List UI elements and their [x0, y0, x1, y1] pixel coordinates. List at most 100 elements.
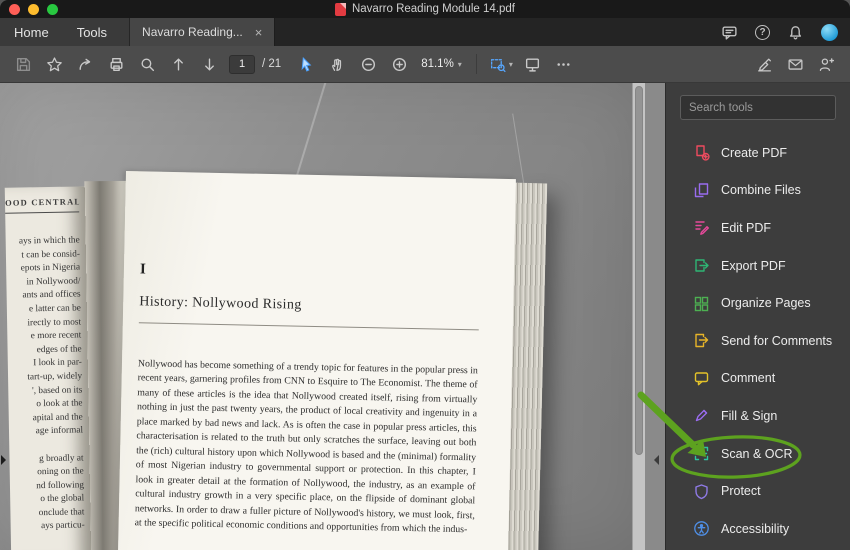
search-button[interactable]	[132, 51, 163, 78]
scan-ocr-icon	[692, 445, 710, 463]
sidebar-item-scan-ocr[interactable]: Scan & OCR	[666, 435, 850, 473]
sidebar-item-label: Send for Comments	[721, 333, 833, 348]
scanned-page-photo: OOD CENTRAL ays in which the t can be con…	[0, 83, 645, 550]
document-viewer[interactable]: OOD CENTRAL ays in which the t can be con…	[0, 83, 665, 550]
sidebar-item-label: Organize Pages	[721, 296, 811, 311]
left-page-text-line: ants and offices	[22, 289, 81, 301]
left-page-header-rule	[5, 211, 80, 214]
right-panel-edge	[645, 83, 665, 550]
sidebar-item-create-pdf[interactable]: Create PDF	[666, 134, 850, 172]
send-for-comments-icon	[692, 332, 710, 350]
search-tools-input[interactable]	[680, 95, 836, 120]
document-tab[interactable]: Navarro Reading... ×	[129, 18, 276, 46]
chevron-down-icon: ▾	[508, 59, 513, 69]
scrollbar-thumb[interactable]	[635, 86, 643, 455]
next-page-button[interactable]	[194, 51, 225, 78]
more-tools-button[interactable]	[548, 51, 579, 78]
protect-shield-icon	[692, 482, 710, 500]
left-page-text-line: age informal	[35, 425, 84, 437]
left-page-text-line: e latter can be	[28, 303, 81, 315]
zoom-in-button[interactable]	[384, 51, 415, 78]
chapter-body-text: Nollywood has become something of a tren…	[134, 358, 479, 536]
chapter-mark: I	[139, 261, 146, 278]
left-page-text-line: g broadly at	[38, 452, 84, 464]
fill-sign-icon	[692, 407, 710, 425]
collapse-right-panel-icon[interactable]	[654, 455, 659, 465]
left-page-text-line: o the global	[40, 493, 85, 505]
window-title-group: Navarro Reading Module 14.pdf	[334, 2, 516, 16]
sidebar-item-edit-pdf[interactable]: Edit PDF	[666, 209, 850, 247]
page-number-input[interactable]	[229, 54, 255, 74]
window-controls	[9, 4, 58, 15]
chapter-heading: History: Nollywood Rising	[138, 294, 480, 331]
tools-sidebar: Create PDF Combine Files Edit PDF Export…	[665, 83, 850, 550]
export-pdf-icon	[692, 257, 710, 275]
sidebar-item-protect[interactable]: Protect	[666, 472, 850, 510]
sidebar-item-send-for-comments[interactable]: Send for Comments	[666, 322, 850, 360]
book-right-page: I History: Nollywood Rising Nollywood ha…	[116, 171, 516, 550]
expand-left-panel-icon[interactable]	[1, 455, 6, 465]
sidebar-item-label: Fill & Sign	[721, 408, 778, 423]
left-page-text-line: ', based on its	[31, 384, 83, 396]
sidebar-item-accessibility[interactable]: Accessibility	[666, 510, 850, 548]
share-arrow-button[interactable]	[70, 51, 101, 78]
book-left-page: OOD CENTRAL ays in which the t can be con…	[4, 186, 92, 550]
feedback-bubble-icon[interactable]	[721, 24, 738, 41]
left-page-text-line: apital and the	[32, 412, 83, 423]
sign-pen-button[interactable]	[749, 51, 780, 78]
print-button[interactable]	[101, 51, 132, 78]
tab-bar: Home Tools Navarro Reading... × ?	[0, 18, 850, 46]
close-tab-icon[interactable]: ×	[255, 26, 263, 39]
sidebar-item-label: Scan & OCR	[721, 446, 793, 461]
left-page-text-line: t can be consid-	[21, 249, 81, 261]
previous-page-button[interactable]	[163, 51, 194, 78]
email-button[interactable]	[780, 51, 811, 78]
fullscreen-window-button[interactable]	[47, 4, 58, 15]
sidebar-item-combine-files[interactable]: Combine Files	[666, 172, 850, 210]
sidebar-item-organize-pages[interactable]: Organize Pages	[666, 284, 850, 322]
combine-files-icon	[692, 181, 710, 199]
notifications-bell-icon[interactable]	[787, 24, 804, 41]
sidebar-item-fill-sign[interactable]: Fill & Sign	[666, 397, 850, 435]
search-tools-field	[680, 95, 836, 120]
left-page-text-line: irectly to most	[27, 316, 82, 328]
page-display-mode-button[interactable]	[517, 51, 548, 78]
sidebar-item-label: Create PDF	[721, 145, 787, 160]
create-pdf-icon	[692, 144, 710, 162]
tab-home[interactable]: Home	[14, 25, 49, 40]
add-person-button[interactable]	[811, 51, 842, 78]
left-page-text-line: e more recent	[30, 330, 82, 342]
sidebar-item-label: Edit PDF	[721, 220, 772, 235]
close-window-button[interactable]	[9, 4, 20, 15]
marquee-zoom-dropdown[interactable]: ▾	[485, 51, 517, 78]
page-count-label: / 21	[262, 58, 282, 70]
sidebar-item-comment[interactable]: Comment	[666, 360, 850, 398]
hand-tool-button[interactable]	[322, 51, 353, 78]
comment-icon	[692, 369, 710, 387]
tab-tools[interactable]: Tools	[77, 25, 107, 40]
left-page-text-line	[9, 438, 83, 453]
pdf-file-icon	[334, 2, 346, 16]
star-button[interactable]	[39, 51, 70, 78]
sidebar-item-label: Comment	[721, 371, 776, 386]
left-page-text-line: I look in par-	[33, 357, 82, 369]
main-nav: Home Tools	[0, 18, 130, 46]
left-page-text-line: tart-up, widely	[27, 371, 83, 383]
left-page-text-line: oning on the	[37, 466, 84, 478]
edit-pdf-icon	[692, 219, 710, 237]
organize-pages-icon	[692, 294, 710, 312]
vertical-scrollbar[interactable]	[632, 83, 645, 550]
user-avatar[interactable]	[821, 23, 838, 41]
help-icon[interactable]: ?	[755, 24, 770, 40]
window-title: Navarro Reading Module 14.pdf	[351, 3, 516, 15]
zoom-out-button[interactable]	[353, 51, 384, 78]
sidebar-item-export-pdf[interactable]: Export PDF	[666, 247, 850, 285]
minimize-window-button[interactable]	[28, 4, 39, 15]
save-button[interactable]	[8, 51, 39, 78]
left-page-text-line: nd following	[36, 480, 85, 491]
left-page-text-line: epots in Nigeria	[20, 262, 81, 274]
sidebar-item-label: Protect	[721, 484, 761, 499]
zoom-level-dropdown[interactable]: 81.1% ▾	[415, 58, 468, 70]
left-page-text-line: edges of the	[36, 344, 82, 355]
select-tool-button[interactable]	[291, 51, 322, 78]
